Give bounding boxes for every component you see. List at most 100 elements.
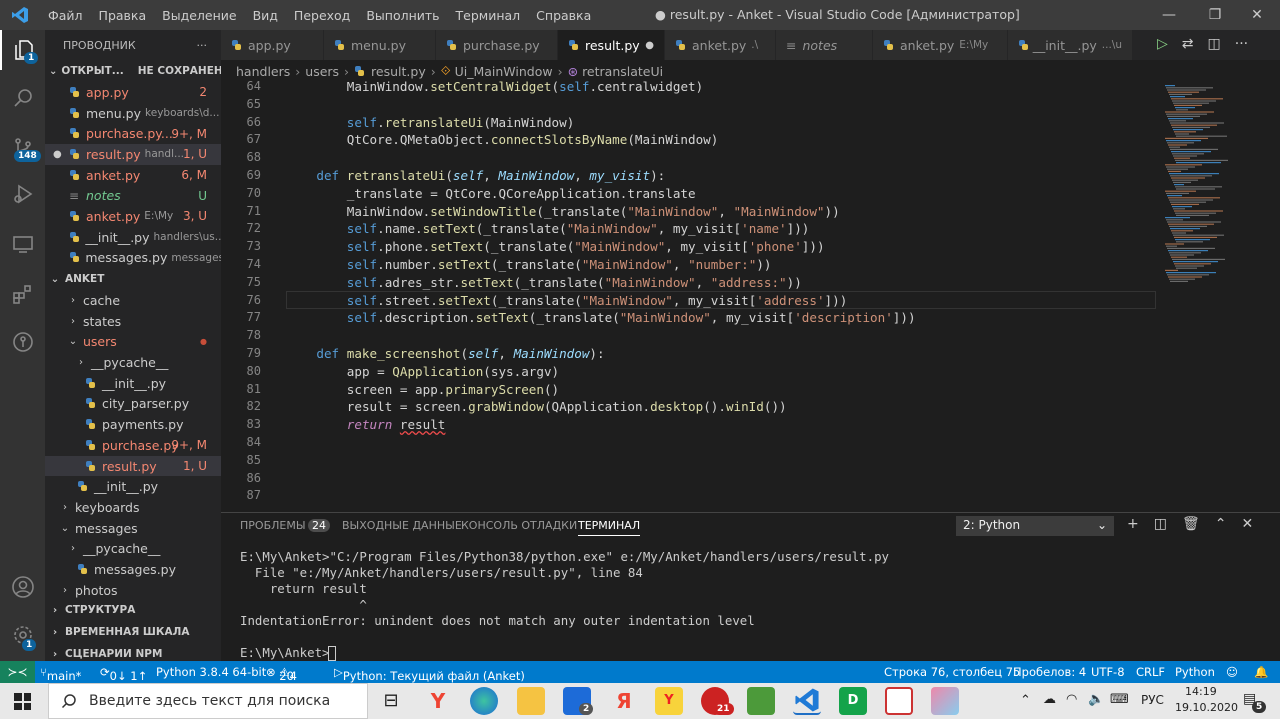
unsaved-dot-icon[interactable]: ●	[53, 149, 62, 160]
cloud-icon[interactable]: ☁	[1043, 692, 1056, 707]
breadcrumb-handlers[interactable]: handlers	[236, 64, 290, 79]
run-debug-icon[interactable]	[0, 174, 45, 214]
yandex-music-icon[interactable]: Y	[655, 687, 683, 715]
python-interpreter[interactable]: Python 3.8.4 64-bit	[156, 665, 266, 679]
tree-file[interactable]: city_parser.py	[45, 394, 221, 415]
unsaved-dot-icon[interactable]: ●	[645, 40, 654, 51]
code-line[interactable]: self.number.setText(_translate("MainWind…	[347, 257, 772, 272]
tab-debug-console[interactable]: КОНСОЛЬ ОТЛАДКИ	[461, 519, 577, 532]
menu-run[interactable]: Выполнить	[358, 8, 447, 23]
open-editor-item[interactable]: __init__.py handlers\us...	[45, 227, 221, 248]
run-config[interactable]: ▷ Python: Текущий файл (Anket)	[334, 665, 525, 683]
maximize-panel-icon[interactable]: ⌃	[1215, 516, 1227, 532]
remote-indicator-icon[interactable]: ≻≺	[0, 661, 35, 683]
gitlens-icon[interactable]	[0, 322, 45, 362]
code-line[interactable]: screen = app.primaryScreen()	[347, 382, 559, 397]
run-file-icon[interactable]: ▷	[1157, 36, 1168, 52]
close-panel-icon[interactable]: ✕	[1241, 516, 1253, 532]
split-editor-icon[interactable]: ◫	[1208, 36, 1221, 52]
menu-selection[interactable]: Выделение	[154, 8, 244, 23]
edge-browser-icon[interactable]	[470, 687, 498, 715]
code-line[interactable]: app = QApplication(sys.argv)	[347, 364, 559, 379]
code-line[interactable]: self.street.setText(_translate("MainWind…	[347, 293, 848, 308]
open-changes-icon[interactable]: ⇄	[1182, 36, 1194, 52]
tab-anket-py[interactable]: anket.py .\	[665, 30, 776, 60]
more-actions-icon[interactable]: ···	[197, 39, 208, 52]
dota-app-icon[interactable]: D	[839, 687, 867, 715]
input-language[interactable]: РУС	[1141, 693, 1164, 707]
menu-go[interactable]: Переход	[286, 8, 358, 23]
yandex-icon[interactable]: Я	[610, 687, 638, 715]
opera-icon[interactable]: 21	[701, 687, 734, 715]
code-line[interactable]: self.name.setText(_translate("MainWindow…	[347, 221, 810, 236]
code-line[interactable]: MainWindow.setWindowTitle(_translate("Ma…	[347, 204, 840, 219]
close-icon[interactable]: ✕	[1234, 0, 1280, 30]
sync-indicator[interactable]: ⟳ 0↓ 1↑	[100, 665, 147, 683]
tree-folder[interactable]: ⌄ messages	[45, 518, 221, 539]
notifications-bell-icon[interactable]: 🔔	[1254, 665, 1268, 679]
mail-icon[interactable]: 2	[563, 687, 594, 715]
breadcrumb-file[interactable]: result.py	[371, 64, 426, 79]
terminal-select[interactable]: 2: Python ⌄	[956, 516, 1114, 536]
extensions-icon[interactable]	[0, 274, 45, 314]
paint-icon[interactable]	[931, 687, 959, 715]
tab-notes[interactable]: ≡ notes	[776, 30, 873, 60]
menu-file[interactable]: Файл	[40, 8, 91, 23]
taskbar-search[interactable]: Введите здесь текст для поиска	[48, 683, 368, 719]
code-line[interactable]: self.phone.setText(_translate("MainWindo…	[347, 239, 825, 254]
code-line[interactable]: MainWindow.setCentralWidget(self.central…	[347, 79, 703, 94]
tab---init---py[interactable]: __init__.py ...\u	[1008, 30, 1133, 60]
tab-app-py[interactable]: app.py	[221, 30, 324, 60]
open-editor-item[interactable]: menu.py keyboards\d...	[45, 103, 221, 124]
more-actions-icon[interactable]: ···	[1235, 36, 1248, 52]
tab-output[interactable]: ВЫХОДНЫЕ ДАННЫЕ	[342, 519, 462, 532]
code-line[interactable]: _translate = QtCore.QCoreApplication.tra…	[347, 186, 696, 201]
open-editor-item[interactable]: app.py 2	[45, 82, 221, 103]
code-editor[interactable]: 64 MainWindow.setCentralWidget(self.centr…	[221, 79, 1280, 512]
branch-indicator[interactable]: ⑂ main*	[40, 665, 81, 683]
tab-purchase-py[interactable]: purchase.py	[436, 30, 558, 60]
open-editor-item[interactable]: ● result.py handl... 1, U	[45, 144, 221, 165]
open-editor-item[interactable]: ≡ notes U	[45, 185, 221, 206]
remote-explorer-icon[interactable]	[0, 224, 45, 264]
tab-terminal[interactable]: ТЕРМИНАЛ	[578, 519, 641, 536]
tab-problems[interactable]: ПРОБЛЕМЫ	[240, 519, 306, 532]
open-editor-item[interactable]: messages.py messages	[45, 248, 221, 269]
explorer-icon[interactable]: 1	[0, 30, 45, 70]
tree-file[interactable]: purchase.py 9+, M	[45, 435, 221, 456]
breadcrumb-method[interactable]: retranslateUi	[582, 64, 663, 79]
minimize-icon[interactable]: —	[1146, 0, 1192, 30]
maximize-icon[interactable]: ❐	[1192, 0, 1238, 30]
notepad-plus-plus-icon[interactable]	[747, 687, 775, 715]
task-view-icon[interactable]: ⊟	[377, 687, 405, 715]
menu-view[interactable]: Вид	[245, 8, 286, 23]
notepad-icon[interactable]	[885, 687, 913, 715]
search-icon[interactable]	[0, 78, 45, 118]
menu-edit[interactable]: Правка	[91, 8, 155, 23]
language-mode[interactable]: Python	[1175, 665, 1215, 679]
clock-time[interactable]: 14:19	[1185, 685, 1217, 698]
tree-folder[interactable]: › photos	[45, 580, 221, 601]
code-line[interactable]: def retranslateUi(self, MainWindow, my_v…	[316, 168, 665, 183]
tree-file[interactable]: __init__.py	[45, 476, 221, 497]
settings-gear-icon[interactable]: 1	[0, 615, 45, 655]
account-icon[interactable]	[0, 567, 45, 607]
code-line[interactable]: QtCore.QMetaObject.connectSlotsByName(Ma…	[347, 132, 719, 147]
encoding[interactable]: UTF-8	[1091, 665, 1125, 679]
clock-date[interactable]: 19.10.2020	[1175, 701, 1238, 714]
feedback-icon[interactable]: ☺	[1226, 665, 1238, 679]
tree-file[interactable]: result.py 1, U	[45, 455, 221, 477]
tree-folder[interactable]: › states	[45, 311, 221, 332]
code-line[interactable]: result = screen.grabWindow(QApplication.…	[347, 399, 787, 414]
vscode-taskbar-icon[interactable]	[793, 687, 821, 715]
tree-folder[interactable]: › __pycache__	[45, 352, 221, 373]
code-line[interactable]: self.description.setText(_translate("Mai…	[347, 310, 916, 325]
tree-file[interactable]: messages.py	[45, 559, 221, 580]
project-section[interactable]: ⌄ ANKET	[45, 268, 221, 290]
open-editor-item[interactable]: anket.py 6, M	[45, 165, 221, 186]
new-terminal-icon[interactable]: +	[1127, 516, 1139, 532]
file-explorer-icon[interactable]	[517, 687, 545, 715]
menu-terminal[interactable]: Терминал	[448, 8, 529, 23]
volume-icon[interactable]: 🔈	[1088, 692, 1104, 707]
code-line[interactable]: return result	[347, 417, 446, 432]
